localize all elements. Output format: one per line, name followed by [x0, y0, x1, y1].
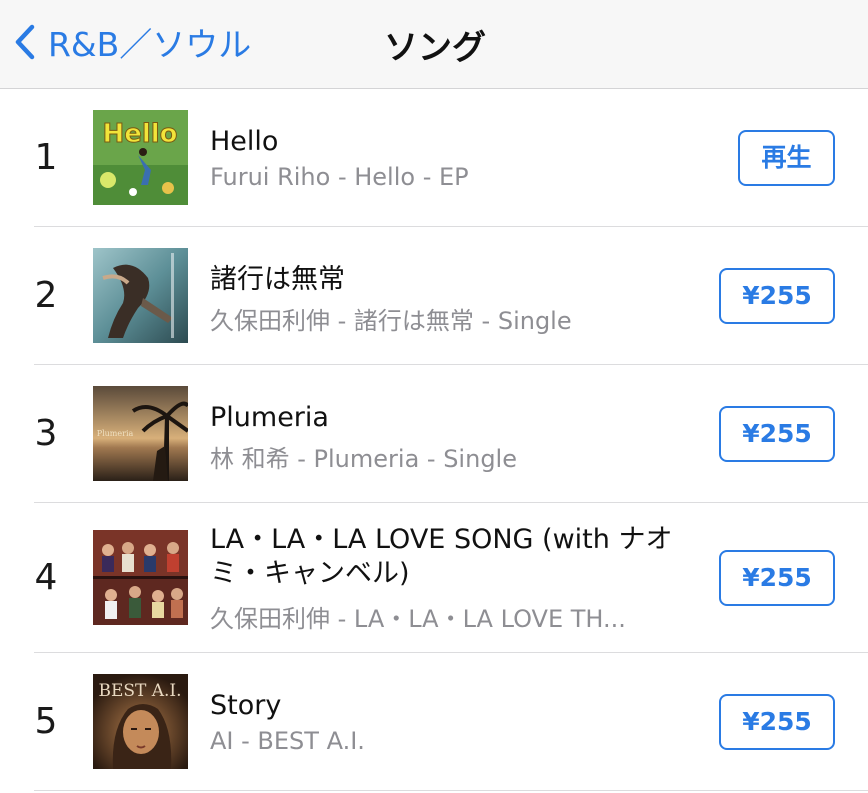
artwork-text: BEST A.I. — [98, 681, 181, 701]
song-subtitle: 林 和希 - Plumeria - Single — [210, 445, 517, 473]
song-title: 諸行は無常 — [210, 264, 345, 295]
list-item[interactable]: 1 Hello Hello Furui Riho - Hello - EP 再生 — [0, 89, 868, 227]
buy-button[interactable]: ¥255 — [719, 694, 835, 750]
song-title: Hello — [210, 126, 279, 157]
buy-button[interactable]: ¥255 — [719, 406, 835, 462]
album-artwork[interactable] — [93, 530, 188, 625]
list-item[interactable]: 5 BEST A.I. Story AI - BEST A.I. ¥255 — [0, 653, 868, 791]
song-title: Plumeria — [210, 402, 329, 433]
song-title: LA・LA・LA LOVE SONG (with ナオミ・キャンベル) — [210, 524, 673, 589]
back-button[interactable]: R&B／ソウル — [14, 18, 251, 66]
list-item[interactable]: 4 LA・LA・LA LOVE SONG (with ナオミ・キャンベル) 久保… — [0, 503, 868, 653]
album-artwork[interactable] — [93, 248, 188, 343]
song-title: Story — [210, 690, 282, 721]
song-subtitle: AI - BEST A.I. — [210, 727, 365, 755]
chevron-left-icon — [15, 24, 35, 60]
buy-button[interactable]: ¥255 — [719, 550, 835, 606]
song-subtitle: 久保田利伸 - LA・LA・LA LOVE TH... — [210, 605, 626, 633]
list-item[interactable]: 2 諸行は無常 久保田利伸 - 諸行は無常 - Single ¥255 — [0, 227, 868, 365]
rank-number: 3 — [34, 413, 58, 454]
album-artwork[interactable]: Hello — [93, 110, 188, 205]
rank-number: 4 — [34, 557, 58, 598]
artwork-text: Hello — [102, 119, 177, 149]
rank-number: 1 — [34, 137, 58, 178]
album-artwork[interactable]: Plumeria — [93, 386, 188, 481]
back-label: R&B／ソウル — [48, 25, 252, 64]
artwork-text: Plumeria — [97, 429, 134, 438]
page-title: ソング — [384, 28, 486, 68]
song-subtitle: 久保田利伸 - 諸行は無常 - Single — [210, 307, 572, 335]
navigation-bar: R&B／ソウル ソング — [0, 0, 868, 89]
song-subtitle: Furui Riho - Hello - EP — [210, 163, 469, 191]
divider — [34, 790, 868, 791]
rank-number: 5 — [34, 701, 58, 742]
list-item[interactable]: 3 Plumeria Plumeria 林 和希 - Plumeria - Si… — [0, 365, 868, 503]
play-button[interactable]: 再生 — [738, 130, 835, 186]
buy-button[interactable]: ¥255 — [719, 268, 835, 324]
album-artwork[interactable]: BEST A.I. — [93, 674, 188, 769]
rank-number: 2 — [34, 275, 58, 316]
